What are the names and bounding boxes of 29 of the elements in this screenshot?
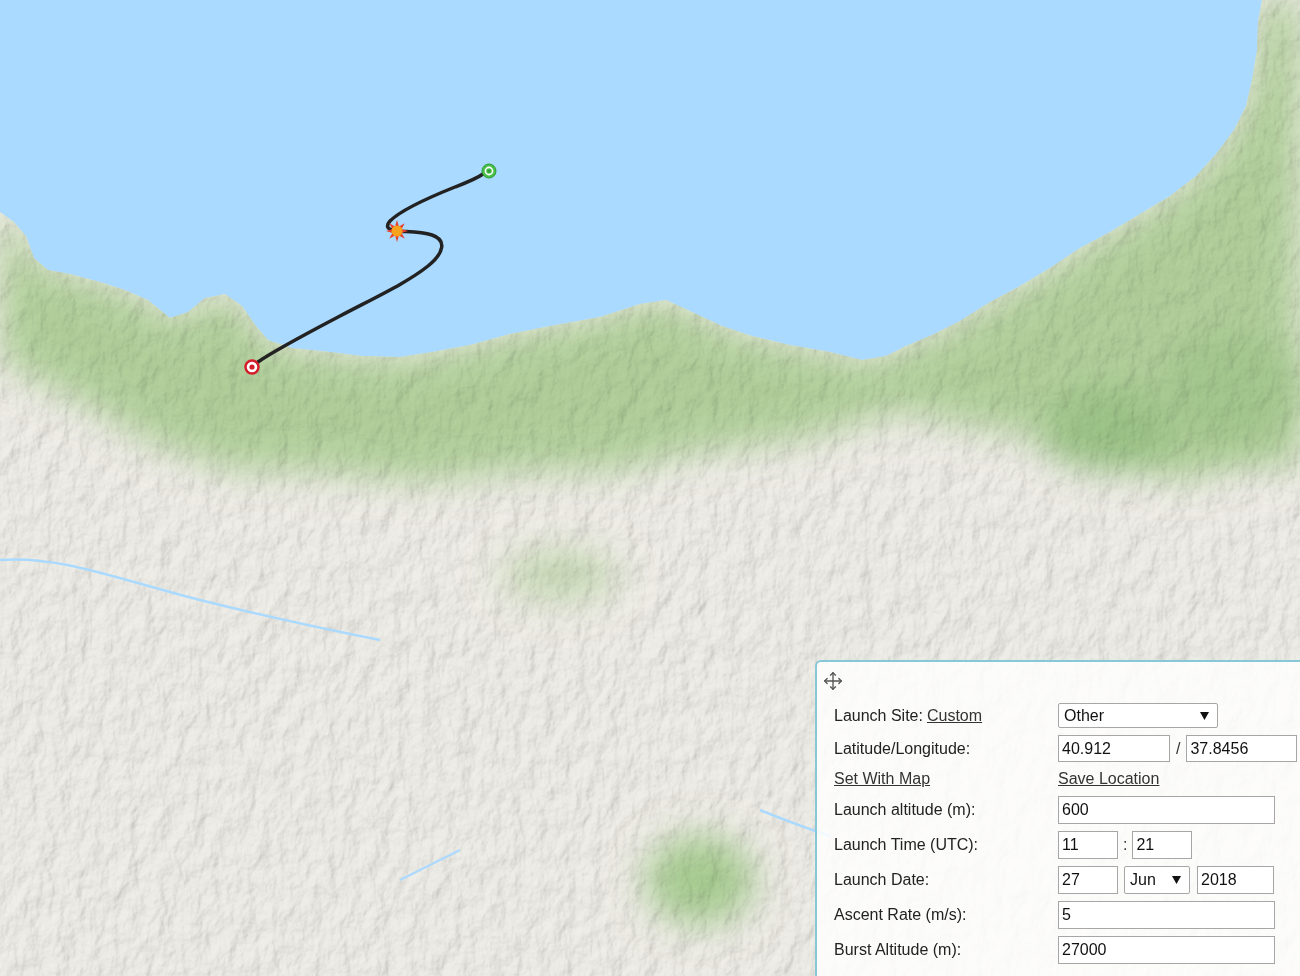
field-label: Launch altitude (m): bbox=[834, 801, 976, 819]
field-label: Latitude/Longitude: bbox=[834, 739, 971, 758]
value-input[interactable]: 600 bbox=[1058, 796, 1275, 824]
site-select[interactable]: Other bbox=[1058, 703, 1218, 728]
field-label: Burst Altitude (m): bbox=[834, 941, 962, 959]
set-map-link[interactable]: Set With Map bbox=[834, 770, 931, 788]
value-input[interactable]: 27000 bbox=[1058, 936, 1275, 964]
hour-input[interactable]: 11 bbox=[1058, 831, 1118, 859]
field-label: Launch Site: bbox=[834, 706, 923, 725]
target-marker-icon bbox=[244, 359, 260, 375]
starburst-icon bbox=[386, 220, 408, 242]
caret-icon bbox=[1172, 876, 1181, 884]
day-input[interactable]: 27 bbox=[1058, 866, 1118, 894]
time-separator: : bbox=[1122, 836, 1129, 854]
move-icon[interactable] bbox=[823, 671, 843, 691]
year-input[interactable]: 2018 bbox=[1197, 866, 1274, 894]
site-link[interactable]: Custom bbox=[926, 706, 983, 725]
value-input[interactable]: 5 bbox=[1058, 901, 1275, 929]
month-select[interactable]: Jun bbox=[1124, 866, 1190, 894]
field-label: Ascent Rate (m/s): bbox=[834, 906, 967, 924]
dot-marker-icon bbox=[481, 163, 497, 179]
save-location-link[interactable]: Save Location bbox=[1058, 770, 1160, 788]
field-label: Launch Date: bbox=[834, 871, 930, 889]
coordinate-input[interactable]: 37.8456 bbox=[1186, 735, 1298, 762]
caret-icon bbox=[1200, 711, 1209, 720]
coordinate-separator: / bbox=[1175, 739, 1182, 758]
field-label: Launch Time (UTC): bbox=[834, 836, 979, 854]
minute-input[interactable]: 21 bbox=[1132, 831, 1193, 859]
coordinate-input[interactable]: 40.912 bbox=[1058, 735, 1170, 762]
